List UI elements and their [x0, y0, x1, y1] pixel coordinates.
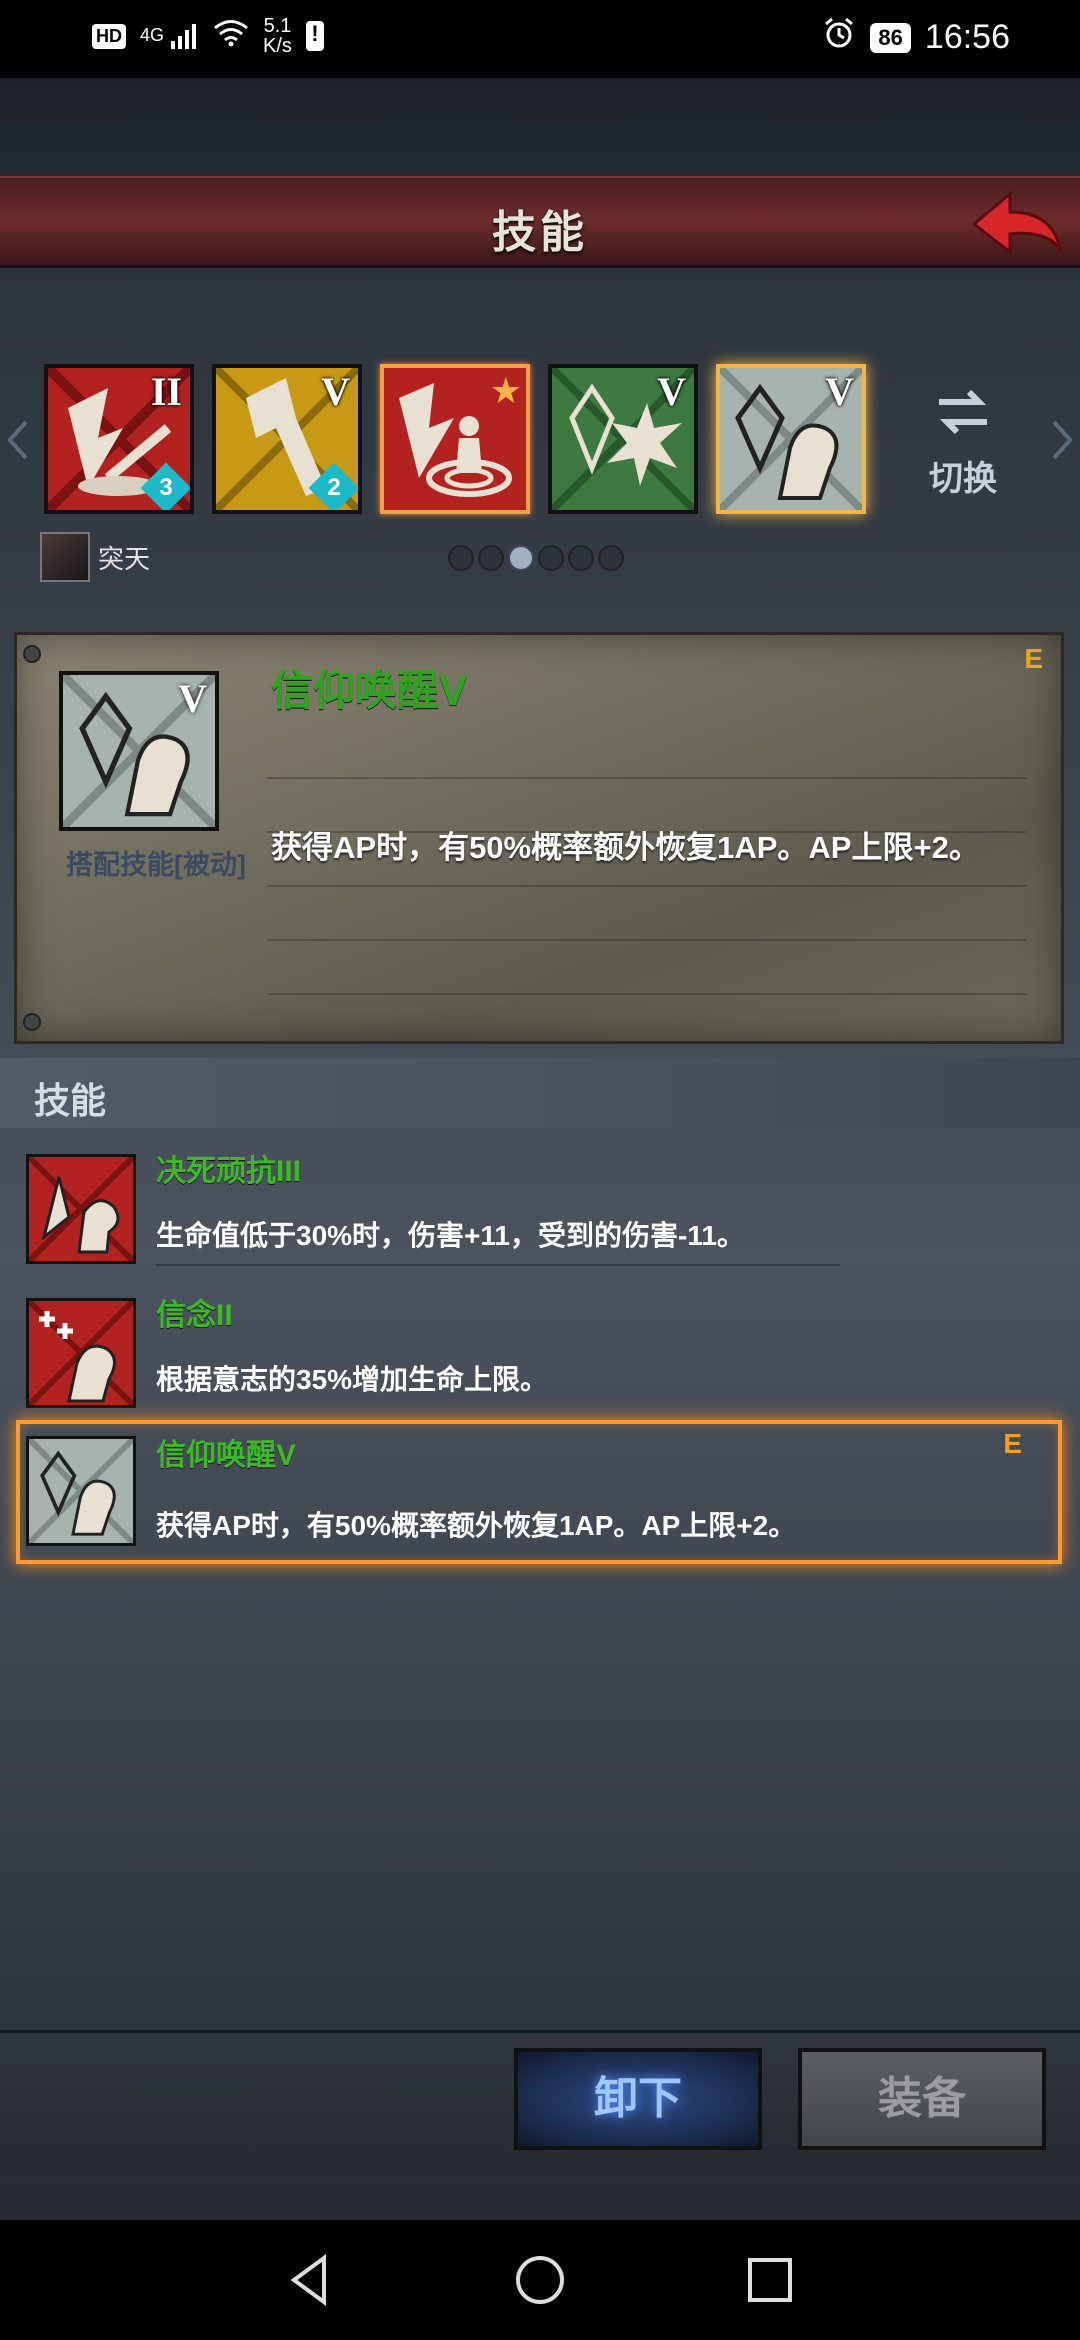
page-dot[interactable] [448, 545, 474, 571]
skill-slot[interactable]: ★ [380, 364, 530, 514]
swap-icon [939, 389, 987, 435]
back-arrow-icon [971, 190, 1063, 256]
skill-icon [26, 1154, 136, 1264]
page-dot[interactable] [478, 545, 504, 571]
faith-awakening-icon [29, 1439, 133, 1543]
count-badge: 2 [308, 462, 358, 510]
nail-icon [23, 1013, 41, 1031]
skill-level: V [178, 676, 207, 721]
skill-level: II [150, 369, 182, 414]
skill-list-item[interactable]: 信念II 根据意志的35%增加生命上限。 [20, 1284, 1060, 1414]
skill-level: V [825, 369, 854, 414]
net-speed: 5.1 K/s [263, 15, 292, 57]
skill-list-item[interactable]: 决死顽抗III 生命值低于30%时，伤害+11，受到的伤害-11。 [20, 1140, 1060, 1270]
header: 技能 [0, 176, 1080, 268]
back-nav-icon[interactable] [280, 2250, 340, 2310]
count-badge: 3 [140, 462, 190, 510]
skill-slot[interactable]: V [548, 364, 698, 514]
notification-icon: ! [305, 21, 324, 51]
skill-list-item-selected[interactable]: 信仰唤醒V E 获得AP时，有50%概率额外恢复1AP。AP上限+2。 [16, 1420, 1062, 1564]
faith-icon [29, 1301, 133, 1405]
clock: 16:56 [924, 18, 1010, 56]
section-title: 技能 [34, 1080, 107, 1121]
skill-description: 获得AP时，有50%概率额外恢复1AP。AP上限+2。 [271, 830, 980, 865]
star-icon: ★ [489, 370, 522, 411]
skill-slot[interactable]: V 2 [212, 364, 362, 514]
skill-icon [26, 1298, 136, 1408]
skill-list-header: 技能 [0, 1058, 1080, 1128]
next-arrow-icon[interactable] [1052, 420, 1074, 460]
equipped-tag: E [1024, 643, 1043, 674]
unequip-button[interactable]: 卸下 [514, 2048, 762, 2150]
page-dot-active[interactable] [508, 545, 534, 571]
character-name: 突天 [98, 543, 151, 574]
nail-icon [23, 645, 41, 663]
character-row: 突天 [40, 532, 150, 582]
skill-level: V [657, 369, 686, 414]
prev-arrow-icon[interactable] [6, 420, 28, 460]
skill-icon [26, 1436, 136, 1546]
equipped-tag: E [1003, 1428, 1022, 1459]
skill-slot[interactable]: V [716, 364, 866, 514]
page-dot[interactable] [568, 545, 594, 571]
avatar[interactable] [40, 532, 90, 582]
equip-button[interactable]: 装备 [798, 2048, 1046, 2150]
skill-type: 搭配技能[被动] [66, 850, 246, 880]
switch-button[interactable]: 切换 [920, 384, 1006, 498]
switch-label: 切换 [929, 460, 997, 498]
back-button[interactable] [966, 186, 1066, 262]
skill-name: 信念II [156, 1299, 233, 1332]
skill-detail-card: V 搭配技能[被动] 信仰唤醒V E 获得AP时，有50%概率额外恢复1AP。A… [14, 632, 1064, 1044]
skill-slot[interactable]: II 3 [44, 364, 194, 514]
system-nav-bar [0, 2220, 1080, 2340]
battery-indicator: 86 [870, 22, 911, 53]
skill-name: 信仰唤醒V [271, 667, 468, 714]
skill-description: 生命值低于30%时，伤害+11，受到的伤害-11。 [156, 1220, 745, 1251]
home-nav-icon[interactable] [510, 2250, 570, 2310]
page-title: 技能 [492, 208, 588, 257]
last-stand-icon [29, 1157, 133, 1261]
pager [448, 545, 624, 571]
skill-level: V [321, 369, 350, 414]
detail-skill-icon: V [59, 671, 219, 831]
skill-description: 根据意志的35%增加生命上限。 [156, 1364, 549, 1395]
status-bar: HD 4G 5.1 K/s ! 86 16:56 [0, 0, 1080, 78]
skill-description: 获得AP时，有50%概率额外恢复1AP。AP上限+2。 [156, 1510, 797, 1541]
recents-nav-icon[interactable] [740, 2250, 800, 2310]
alarm-icon [822, 16, 856, 59]
page-dot[interactable] [598, 545, 624, 571]
signal-icon: 4G [140, 23, 199, 49]
skill-name: 决死顽抗III [156, 1155, 302, 1188]
page-dot[interactable] [538, 545, 564, 571]
wifi-icon [213, 19, 249, 54]
hd-indicator: HD [92, 23, 126, 49]
skill-name: 信仰唤醒V [156, 1439, 297, 1472]
